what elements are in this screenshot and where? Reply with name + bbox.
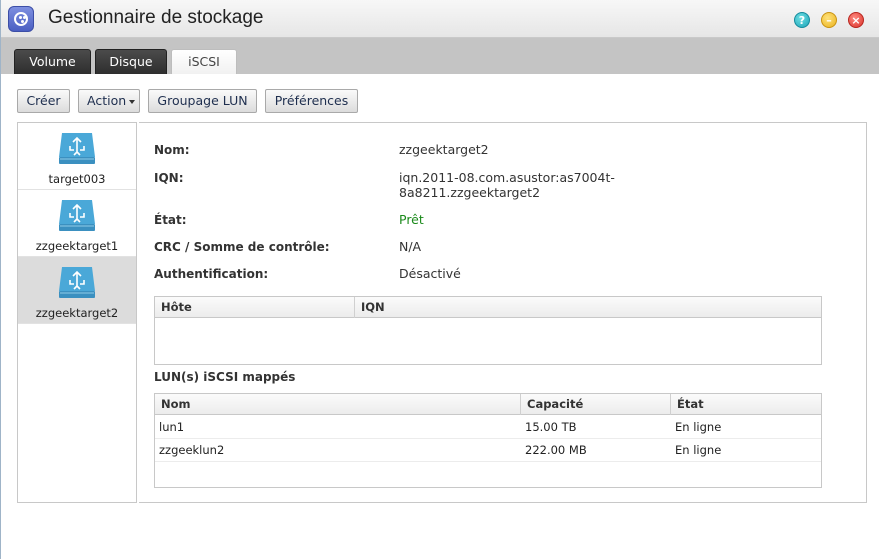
iscsi-disk-icon — [59, 133, 95, 164]
iscsi-disk-icon — [59, 267, 95, 298]
hosts-table-header: Hôte IQN — [155, 297, 821, 318]
state-label: État: — [154, 213, 187, 227]
column-header-host[interactable]: Hôte — [155, 297, 355, 318]
preferences-button-label: Préférences — [274, 93, 349, 108]
lun-state-cell: En ligne — [675, 420, 722, 434]
mapped-luns-title: LUN(s) iSCSI mappés — [154, 370, 296, 384]
preferences-button[interactable]: Préférences — [265, 89, 358, 113]
lun-capacity-cell: 15.00 TB — [525, 420, 577, 434]
tab-disk[interactable]: Disque — [95, 49, 167, 74]
create-button[interactable]: Créer — [17, 89, 70, 113]
toolbar: Créer Action Groupage LUN Préférences — [1, 74, 879, 120]
name-value: zzgeektarget2 — [399, 142, 489, 157]
help-button[interactable]: ? — [794, 12, 810, 28]
action-button-label: Action — [87, 93, 127, 108]
lun-group-button-label: Groupage LUN — [157, 93, 248, 108]
target-item-zzgeektarget2[interactable]: zzgeektarget2 — [18, 257, 136, 324]
crc-value: N/A — [399, 239, 422, 254]
minimize-button[interactable]: – — [821, 12, 837, 28]
lun-capacity-cell: 222.00 MB — [525, 443, 587, 457]
state-value: Prêt — [399, 212, 424, 227]
tab-iscsi[interactable]: iSCSI — [171, 49, 237, 74]
target-item-target003[interactable]: target003 — [18, 123, 136, 190]
target-label: zzgeektarget2 — [35, 306, 119, 320]
target-detail-panel: Nom: zzgeektarget2 IQN: iqn.2011-08.com.… — [139, 122, 867, 503]
name-label: Nom: — [154, 143, 190, 157]
lun-name-cell: zzgeeklun2 — [159, 443, 225, 457]
tab-volume[interactable]: Volume — [14, 49, 91, 74]
column-header-state[interactable]: État — [671, 394, 821, 415]
luns-table: Nom Capacité État lun1 15.00 TB En ligne… — [154, 393, 822, 488]
lun-state-cell: En ligne — [675, 443, 722, 457]
close-button[interactable]: × — [848, 12, 864, 28]
action-dropdown-button[interactable]: Action — [78, 89, 140, 113]
target-label: zzgeektarget1 — [35, 239, 119, 253]
iscsi-disk-icon — [59, 200, 95, 231]
crc-label: CRC / Somme de contrôle: — [154, 240, 330, 254]
table-row[interactable]: lun1 15.00 TB En ligne — [155, 416, 821, 439]
storage-manager-app-icon — [8, 6, 34, 32]
title-bar: Gestionnaire de stockage ? – × — [1, 0, 879, 38]
lun-group-button[interactable]: Groupage LUN — [148, 89, 257, 113]
target-list: target003 zzgeektarget1 zzgeektarget2 — [17, 122, 137, 503]
authentication-label: Authentification: — [154, 267, 269, 281]
column-header-capacity[interactable]: Capacité — [521, 394, 671, 415]
window-title: Gestionnaire de stockage — [48, 7, 264, 28]
target-label: target003 — [48, 172, 106, 186]
target-item-zzgeektarget1[interactable]: zzgeektarget1 — [18, 190, 136, 257]
iqn-label: IQN: — [154, 171, 184, 185]
table-row[interactable]: zzgeeklun2 222.00 MB En ligne — [155, 439, 821, 462]
iqn-value-line1: iqn.2011-08.com.asustor:as7004t- — [399, 170, 615, 185]
authentication-value: Désactivé — [399, 266, 461, 281]
tab-bar: Volume Disque iSCSI — [1, 38, 879, 74]
iqn-value-line2: 8a8211.zzgeektarget2 — [399, 185, 541, 200]
luns-table-header: Nom Capacité État — [155, 394, 821, 415]
chevron-down-icon — [129, 99, 136, 104]
create-button-label: Créer — [26, 93, 61, 108]
lun-name-cell: lun1 — [159, 420, 185, 434]
hosts-table: Hôte IQN — [154, 296, 822, 365]
column-header-name[interactable]: Nom — [155, 394, 521, 415]
column-header-iqn[interactable]: IQN — [355, 297, 821, 318]
storage-manager-window: Gestionnaire de stockage ? – × Volume Di… — [0, 0, 879, 559]
